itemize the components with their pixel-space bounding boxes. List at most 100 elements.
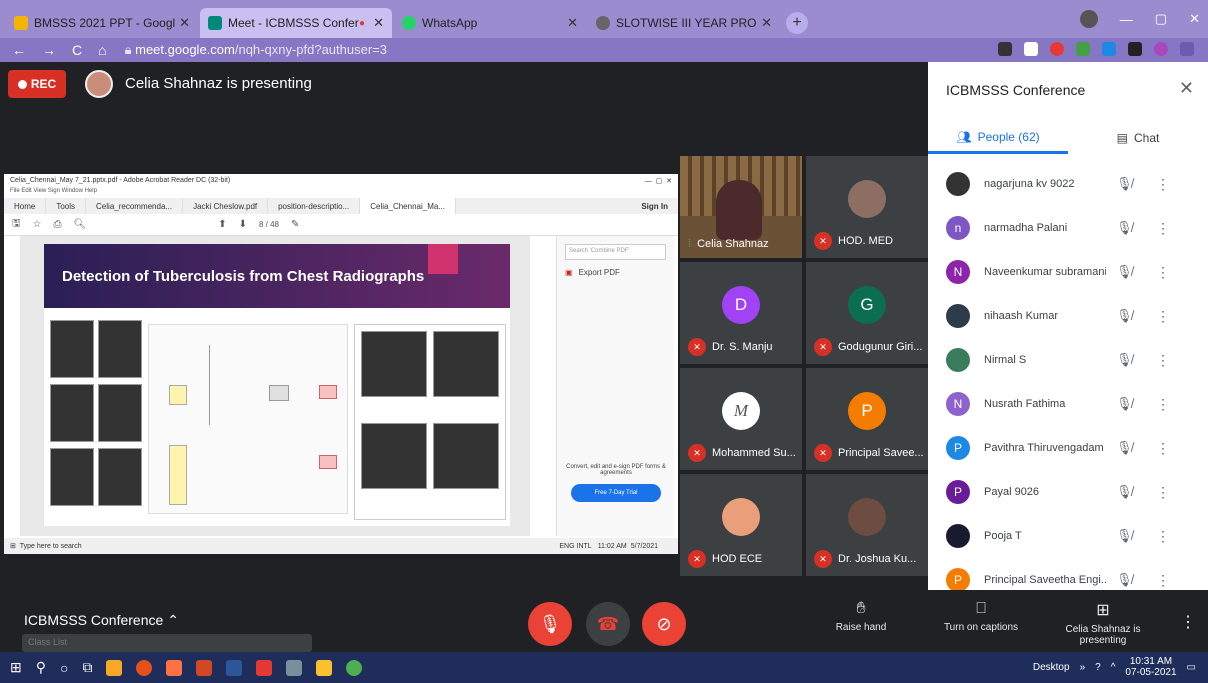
participant-tile[interactable]: M ✕ Mohammed Su... (680, 368, 802, 470)
avatar: D (722, 285, 760, 324)
participant-tile[interactable]: ✕ Dr. Joshua Ku... (806, 474, 928, 576)
camera-toggle-button[interactable]: ⊘ (642, 602, 686, 646)
chevron-icon[interactable]: » (1080, 662, 1086, 673)
profile-icon[interactable] (1079, 10, 1098, 28)
extension-blue-icon[interactable] (1102, 42, 1116, 56)
file-explorer-icon[interactable] (316, 659, 333, 676)
participant-row[interactable]: P Payal 9026 🎙︎̸ ⋮ (928, 470, 1208, 514)
mic-off-icon: 🎙︎̸ (1116, 528, 1133, 543)
camera-icon[interactable] (998, 42, 1012, 56)
star-icon[interactable] (1024, 42, 1038, 56)
extension-red-icon[interactable] (1050, 42, 1064, 56)
avatar: G (848, 285, 886, 324)
participant-tile[interactable]: ✕ HOD. MED (806, 156, 928, 258)
tab-slotwise[interactable]: SLOTWISE III YEAR PROFORMA✕ (588, 8, 780, 38)
presenting-button[interactable]: ⊞ Celia Shahnaz is presenting (1058, 600, 1148, 646)
app-icon[interactable] (286, 659, 303, 676)
more-icon[interactable]: ⋮ (1156, 396, 1170, 413)
mic-off-icon: 🎙︎̸ (1116, 264, 1133, 279)
search-icon[interactable]: ⚲ (36, 659, 46, 676)
minimize-icon[interactable]: — (1120, 12, 1133, 27)
word-icon[interactable] (226, 659, 243, 676)
participant-tile[interactable]: ✕ HOD ECE (680, 474, 802, 576)
close-icon[interactable]: ✕ (567, 15, 578, 31)
url-field[interactable]: 🔒︎ meet.google.com/nqh-qxny-pfd?authuser… (125, 42, 387, 58)
participant-row[interactable]: Pooja T 🎙︎̸ ⋮ (928, 514, 1208, 558)
tab-chat[interactable]: ▤ Chat (1068, 122, 1208, 154)
participant-row[interactable]: N Nusrath Fathima 🎙︎̸ ⋮ (928, 382, 1208, 426)
raise-hand-button[interactable]: ✋︎ Raise hand (832, 600, 890, 633)
maximize-icon[interactable]: ▢ (1155, 11, 1167, 27)
people-panel: ICBMSSS Conference ✕ 👥︎ People (62) ▤ Chat… (928, 62, 1208, 590)
participant-row[interactable]: P Pavithra Thiruvengadam 🎙︎̸ ⋮ (928, 426, 1208, 470)
people-list: nagarjuna kv 9022 🎙︎̸ ⋮ n narmadha Palani 🎙︎̸… (928, 162, 1208, 590)
participant-tile[interactable]: ⁞ Celia Shahnaz (680, 156, 802, 258)
more-icon[interactable]: ⋮ (1156, 176, 1170, 193)
close-icon[interactable]: ✕ (373, 15, 384, 31)
tab-meet[interactable]: Meet - ICBMSSS Conference●✕ (200, 8, 392, 38)
participant-row[interactable]: N Naveenkumar subramani 🎙︎̸ ⋮ (928, 250, 1208, 294)
more-icon[interactable]: ⋮ (1156, 264, 1170, 281)
captions-button[interactable]: ⎕ Turn on captions (936, 600, 1026, 633)
back-icon[interactable]: ← (12, 42, 26, 58)
participant-row[interactable]: n narmadha Palani 🎙︎̸ ⋮ (928, 206, 1208, 250)
firefox-icon[interactable] (136, 659, 153, 676)
chrome-icon[interactable] (346, 659, 363, 676)
more-options-icon[interactable]: ⋮ (1180, 612, 1196, 632)
extension-green-icon[interactable] (1076, 42, 1090, 56)
app-icon[interactable] (166, 659, 183, 676)
more-icon[interactable]: ⋮ (1156, 308, 1170, 325)
whatsapp-icon (402, 16, 416, 30)
home-icon[interactable]: ⌂ (98, 42, 106, 58)
participant-tile[interactable]: P ✕ Principal Savee... (806, 368, 928, 470)
participant-row[interactable]: nihaash Kumar 🎙︎̸ ⋮ (928, 294, 1208, 338)
close-icon[interactable]: ✕ (179, 15, 190, 31)
clock[interactable]: 10:31 AM 07-05-2021 (1125, 656, 1176, 678)
desktop-toolbar[interactable]: Desktop (1033, 662, 1070, 673)
windows-start-icon[interactable]: ⊞ (10, 659, 22, 676)
acrobat-tab-active: Celia_Chennai_Ma... (360, 198, 456, 214)
meeting-details[interactable]: ICBMSSS Conference ⌃ (24, 612, 179, 629)
leave-call-button[interactable]: ☎︎ (586, 602, 630, 646)
more-icon[interactable]: ⋮ (1156, 352, 1170, 369)
help-icon[interactable]: ? (1095, 662, 1101, 673)
menu-dots-icon[interactable] (1180, 42, 1194, 56)
tray-arrow-icon[interactable]: ^ (1111, 662, 1116, 673)
mic-off-icon: 🎙︎̸ (1116, 396, 1133, 411)
more-icon[interactable]: ⋮ (1156, 440, 1170, 457)
participant-tile[interactable]: G ✕ Godugunur Giri... (806, 262, 928, 364)
more-icon[interactable]: ⋮ (1156, 484, 1170, 501)
notification-icon[interactable]: ▭ (1187, 662, 1196, 673)
avatar (722, 497, 760, 536)
tab-whatsapp[interactable]: WhatsApp ✕ (394, 8, 586, 38)
slide-accent (428, 244, 458, 274)
more-icon[interactable]: ⋮ (1156, 528, 1170, 545)
new-tab-button[interactable]: + (786, 12, 808, 34)
cortana-icon[interactable]: ○ (60, 660, 68, 676)
mic-toggle-button[interactable]: 🎙︎ (528, 602, 572, 646)
close-window-icon[interactable]: ✕ (1189, 11, 1200, 27)
participant-row[interactable]: nagarjuna kv 9022 🎙︎̸ ⋮ (928, 162, 1208, 206)
app-icon[interactable] (106, 659, 123, 676)
participant-row[interactable]: Nirmal S 🎙︎̸ ⋮ (928, 338, 1208, 382)
puzzle-icon[interactable] (1128, 42, 1142, 56)
participant-tile[interactable]: D ✕ Dr. S. Manju (680, 262, 802, 364)
tab-people[interactable]: 👥︎ People (62) (928, 122, 1068, 154)
tab-google-slides[interactable]: BMSSS 2021 PPT - Google Slides✕ (6, 8, 198, 38)
task-view-icon[interactable]: ⧉ (82, 659, 92, 676)
powerpoint-icon[interactable] (196, 659, 213, 676)
more-icon[interactable]: ⋮ (1156, 572, 1170, 589)
participant-row[interactable]: P Principal Saveetha Engi... 🎙︎̸ ⋮ (928, 558, 1208, 590)
close-icon[interactable]: ✕ (761, 15, 772, 31)
acrobat-icon[interactable] (256, 659, 273, 676)
reload-icon[interactable]: C (72, 42, 82, 58)
avatar-icon[interactable] (1154, 42, 1168, 56)
close-icon[interactable]: ✕ (1179, 78, 1194, 99)
avatar: P (946, 480, 970, 504)
participant-name: Naveenkumar subramani (984, 266, 1106, 278)
acrobat-sign-in: Sign In (641, 201, 668, 211)
forward-icon[interactable]: → (42, 42, 56, 58)
more-icon[interactable]: ⋮ (1156, 220, 1170, 237)
export-icon: ▣ (565, 268, 573, 277)
page-down-icon: ⬇ (238, 219, 247, 230)
